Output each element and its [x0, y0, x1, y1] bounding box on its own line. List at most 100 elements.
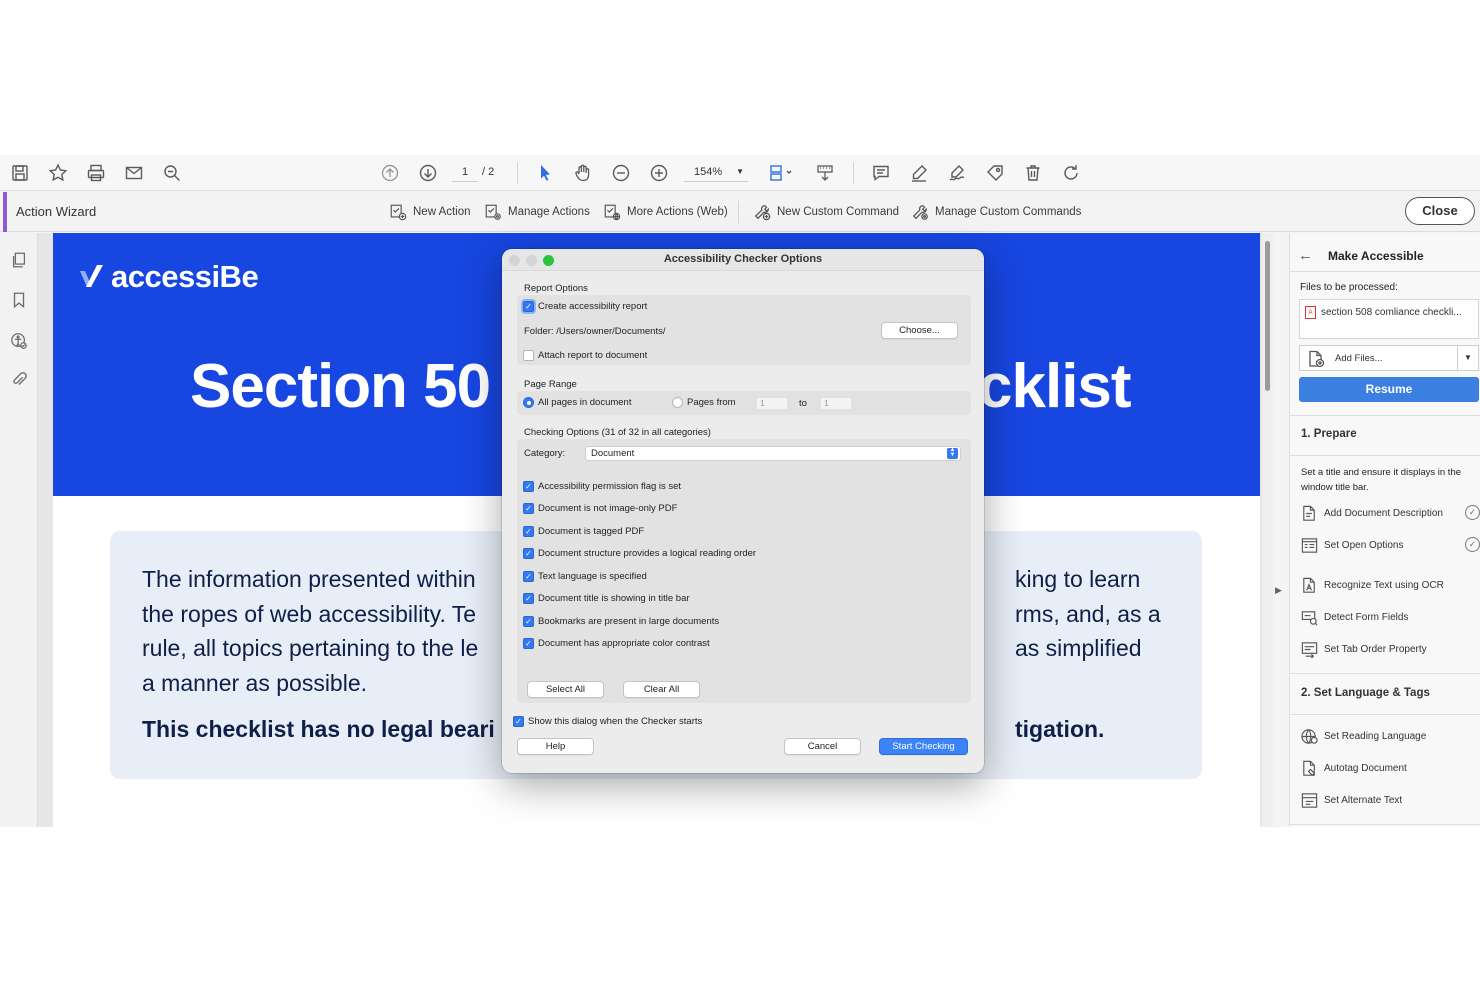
check-option-checkbox[interactable]: ✓ Document structure provides a logical r… [523, 548, 756, 559]
wrench-gear-icon [910, 202, 930, 222]
check-option-label: Document structure provides a logical re… [538, 548, 757, 559]
show-dialog-checkbox[interactable]: ✓ Show this dialog when the Checker star… [513, 716, 702, 727]
pages-from-radio[interactable]: Pages from [672, 397, 736, 408]
trash-icon[interactable] [1021, 161, 1045, 185]
chevron-updown-icon: ▲ ▼ [947, 447, 958, 459]
print-icon[interactable] [84, 161, 108, 185]
create-report-checkbox[interactable]: ✓ Create accessibility report [523, 301, 647, 312]
help-button[interactable]: Help [517, 738, 594, 755]
attachments-icon[interactable] [8, 369, 30, 391]
check-option-checkbox[interactable]: ✓ Document has appropriate color contrast [523, 638, 710, 649]
item-label: Autotag Document [1324, 762, 1407, 774]
set-open-options-item[interactable]: Set Open Options ✓ [1300, 535, 1480, 555]
files-list[interactable]: A section 508 comliance checkli... [1299, 299, 1479, 339]
rotate-icon[interactable] [1059, 161, 1083, 185]
stamp-icon[interactable] [983, 161, 1007, 185]
autotag-icon [1303, 760, 1316, 776]
check-option-checkbox[interactable]: ✓ Accessibility permission flag is set [523, 481, 681, 492]
zoom-level-select[interactable]: 154% ▼ [684, 162, 748, 182]
back-arrow-icon[interactable]: ← [1298, 247, 1313, 264]
scrollbar-thumb[interactable] [1265, 241, 1270, 391]
main-toolbar: 1 / 2 154% ▼ [0, 155, 1480, 191]
all-pages-radio[interactable]: All pages in document [523, 397, 631, 408]
clear-all-button[interactable]: Clear All [623, 681, 700, 698]
set-alternate-text-item[interactable]: Set Alternate Text [1300, 790, 1480, 810]
close-button[interactable]: Close [1405, 197, 1475, 225]
zoom-out-icon[interactable] [609, 161, 633, 185]
check-option-checkbox[interactable]: ✓ Bookmarks are present in large document… [523, 616, 719, 627]
zoom-in-icon[interactable] [647, 161, 671, 185]
info-line: The information presented within king to… [142, 562, 1140, 597]
scroll-mode-icon[interactable] [813, 161, 837, 185]
set-tab-order-item[interactable]: Set Tab Order Property [1300, 639, 1480, 659]
comment-icon[interactable] [869, 161, 893, 185]
expand-right-icon[interactable]: ▶ [1275, 585, 1282, 596]
save-icon[interactable] [8, 161, 32, 185]
pages-from-input[interactable]: 1 [756, 397, 788, 410]
email-icon[interactable] [122, 161, 146, 185]
new-action-button[interactable]: New Action [388, 202, 471, 222]
category-select[interactable]: Document ▲ ▼ [585, 446, 961, 461]
wrench-plus-icon [752, 202, 772, 222]
more-actions-web-button[interactable]: More Actions (Web) [602, 202, 728, 222]
set-reading-language-item[interactable]: Set Reading Language [1300, 726, 1480, 746]
pdf-file-icon: A [1305, 306, 1316, 319]
chevron-down-icon[interactable]: ▼ [1457, 346, 1478, 370]
language-section-header[interactable]: 2. Set Language & Tags [1301, 687, 1430, 699]
check-circle-icon: ✓ [1465, 505, 1480, 520]
checkbox-checked-icon: ✓ [523, 548, 534, 559]
select-cursor-icon[interactable] [533, 161, 557, 185]
file-name: section 508 comliance checkli... [1321, 307, 1462, 318]
bookmark-star-icon[interactable] [46, 161, 70, 185]
check-option-checkbox[interactable]: ✓ Document title is showing in title bar [523, 593, 690, 604]
manage-custom-commands-button[interactable]: Manage Custom Commands [910, 202, 1081, 222]
new-action-label: New Action [413, 206, 471, 218]
previous-page-icon[interactable] [378, 161, 402, 185]
recognize-text-ocr-item[interactable]: Recognize Text using OCR [1300, 575, 1480, 595]
page-layout-icon[interactable] [764, 161, 798, 185]
highlight-pen-icon[interactable] [907, 161, 931, 185]
add-files-button[interactable]: Add Files... ▼ [1299, 345, 1479, 371]
zoom-search-icon[interactable] [160, 161, 184, 185]
choose-folder-button[interactable]: Choose... [881, 322, 958, 339]
detect-form-fields-item[interactable]: Detect Form Fields [1300, 607, 1480, 627]
add-document-description-item[interactable]: Add Document Description ✓ [1300, 503, 1480, 523]
file-item[interactable]: A section 508 comliance checkli... [1305, 306, 1462, 319]
dialog-title: Accessibility Checker Options [663, 253, 823, 265]
check-option-checkbox[interactable]: ✓ Document is not image-only PDF [523, 503, 677, 514]
panel-divider [1290, 271, 1480, 272]
autotag-document-item[interactable]: Autotag Document [1300, 758, 1480, 778]
manage-actions-button[interactable]: Manage Actions [483, 202, 590, 222]
bookmarks-icon[interactable] [8, 289, 30, 311]
attach-report-checkbox[interactable]: Attach report to document [523, 350, 647, 361]
select-all-button[interactable]: Select All [527, 681, 604, 698]
check-option-checkbox[interactable]: ✓ Document is tagged PDF [523, 526, 644, 537]
vertical-scrollbar[interactable] [1262, 233, 1273, 827]
check-option-label: Text language is specified [538, 571, 647, 582]
start-checking-button[interactable]: Start Checking [879, 738, 968, 755]
files-label: Files to be processed: [1300, 282, 1398, 293]
accessibility-icon[interactable] [8, 330, 30, 352]
folder-path: Folder: /Users/owner/Documents/ [524, 326, 666, 337]
action-wizard-bar: Action Wizard New Action Manage Actions … [0, 192, 1480, 232]
chevron-down-icon: ▼ [736, 167, 744, 176]
pages-to-input[interactable]: 1 [820, 397, 852, 410]
checkbox-checked-icon: ✓ [523, 503, 534, 514]
next-page-icon[interactable] [416, 161, 440, 185]
item-label: Detect Form Fields [1324, 611, 1409, 623]
sign-icon[interactable] [945, 161, 969, 185]
page-thumbnails-icon[interactable] [8, 249, 30, 271]
prepare-description: Set a title and ensure it displays in th… [1301, 467, 1462, 493]
prepare-section-header[interactable]: 1. Prepare [1301, 428, 1357, 440]
panel-divider [1290, 455, 1480, 456]
page-number-input[interactable]: 1 [452, 162, 478, 182]
dialog-titlebar: Accessibility Checker Options [502, 249, 984, 271]
hand-tool-icon[interactable] [571, 161, 595, 185]
cancel-button[interactable]: Cancel [784, 738, 861, 755]
add-file-icon [1309, 350, 1325, 368]
resume-button[interactable]: Resume [1299, 377, 1479, 402]
new-custom-command-button[interactable]: New Custom Command [752, 202, 899, 222]
check-option-checkbox[interactable]: ✓ Text language is specified [523, 571, 647, 582]
report-options-label: Report Options [524, 283, 588, 294]
action-wizard-title: Action Wizard [16, 204, 97, 219]
